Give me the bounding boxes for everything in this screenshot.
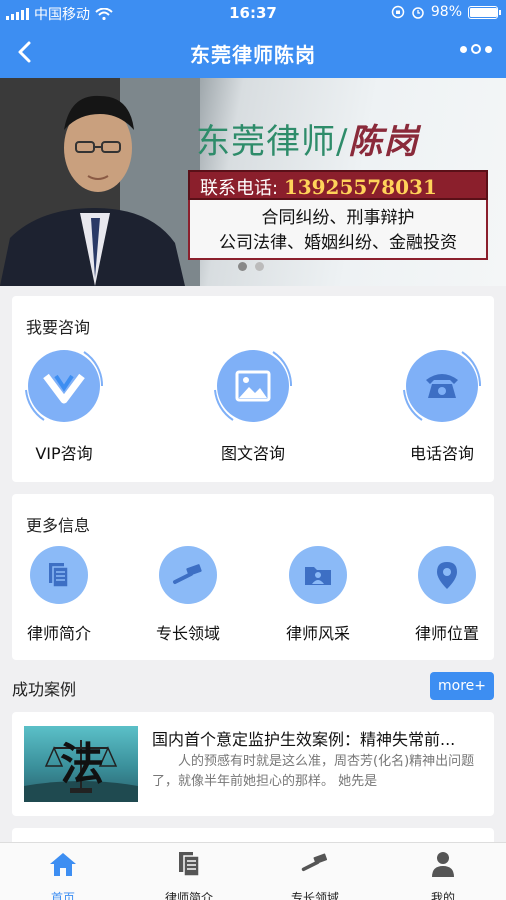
more-info-title: 更多信息 (26, 516, 91, 535)
image-text-consult-button[interactable]: 图文咨询 (193, 350, 313, 464)
tab-label: 我的 (430, 891, 455, 900)
consult-title: 我要咨询 (26, 318, 91, 337)
consult-label: 电话咨询 (409, 444, 474, 463)
battery-percent: 98% (430, 4, 462, 20)
status-bar: 中国移动 16:37 98% (0, 0, 506, 26)
rotation-lock-icon (391, 5, 405, 19)
cases-more-button[interactable]: more+ (430, 672, 494, 700)
document-icon (49, 563, 69, 588)
tab-label: 首页 (50, 891, 75, 900)
consult-label: 图文咨询 (220, 444, 285, 463)
phone-consult-button[interactable]: 电话咨询 (382, 350, 502, 464)
more-dots-icon[interactable] (460, 44, 492, 54)
top-bar: 中国移动 16:37 98% 东莞律师陈岗 (0, 0, 506, 78)
more-info-label: 律师简介 (26, 624, 91, 643)
carousel-dot[interactable] (255, 262, 264, 271)
more-info-label: 律师位置 (414, 624, 479, 643)
page-title: 东莞律师陈岗 (190, 43, 316, 67)
consult-card: 我要咨询 VIP咨询 图文咨询 电话咨询 (12, 296, 494, 482)
banner-headline: 东莞律师/陈岗 (196, 122, 419, 162)
consult-label: VIP咨询 (35, 444, 93, 463)
carousel-indicator (238, 262, 264, 271)
home-icon (50, 853, 76, 876)
case-title: 国内首个意定监护生效案例：精神失常前... (152, 730, 456, 749)
lawyer-location-button[interactable]: 律师位置 (392, 546, 502, 644)
expertise-button[interactable]: 专长领域 (133, 546, 243, 644)
case-thumbnail: 法 (24, 726, 138, 802)
tab-lawyer-profile[interactable]: 律师简介 (126, 849, 252, 900)
battery-icon (468, 5, 501, 19)
more-info-card: 更多信息 律师简介 专长领域 律师风采 律师位置 (12, 494, 494, 660)
gavel-icon (301, 853, 328, 872)
folder-person-icon (305, 567, 331, 585)
cases-title: 成功案例 (12, 680, 77, 699)
document-icon (179, 852, 200, 877)
more-info-label: 专长领域 (155, 624, 220, 643)
banner-carousel[interactable]: 东莞律师/陈岗 联系电话: 13925578031 合同纠纷、刑事辩护 公司法律… (0, 78, 506, 286)
gavel-icon (173, 564, 202, 584)
case-item[interactable]: 法 国内首个意定监护生效案例：精神失常前... 人的预感有时就是这么准，周杏芳(… (12, 712, 494, 816)
location-pin-icon (437, 562, 457, 589)
bottom-tab-bar: 首页 律师简介 专长领域 我的 (0, 842, 506, 900)
tab-mine[interactable]: 我的 (380, 849, 506, 900)
case-description: 人的预感有时就是这么准，周杏芳(化名)精神出问题了，就像半年前她担心的那样。 她… (152, 754, 475, 789)
nav-bar: 东莞律师陈岗 (0, 26, 506, 78)
user-icon (432, 852, 454, 877)
lawyer-gallery-button[interactable]: 律师风采 (263, 546, 373, 644)
case-image-glyph: 法 (60, 739, 104, 790)
banner-lawyer-name: 陈岗 (348, 122, 419, 162)
phone-number: 13925578031 (283, 175, 437, 199)
tab-home[interactable]: 首页 (0, 849, 126, 900)
tab-expertise[interactable]: 专长领域 (252, 849, 378, 900)
alarm-icon (412, 7, 424, 19)
banner-phone: 联系电话: 13925578031 (188, 170, 488, 200)
lawyer-portrait (0, 78, 200, 286)
carousel-dot[interactable] (238, 262, 247, 271)
banner-services: 合同纠纷、刑事辩护 公司法律、婚姻纠纷、金融投资 (188, 200, 488, 260)
vip-consult-button[interactable]: VIP咨询 (4, 350, 124, 464)
more-info-label: 律师风采 (285, 624, 350, 643)
lawyer-profile-button[interactable]: 律师简介 (4, 546, 114, 644)
tab-label: 专长领域 (290, 891, 339, 900)
tab-label: 律师简介 (164, 891, 213, 900)
